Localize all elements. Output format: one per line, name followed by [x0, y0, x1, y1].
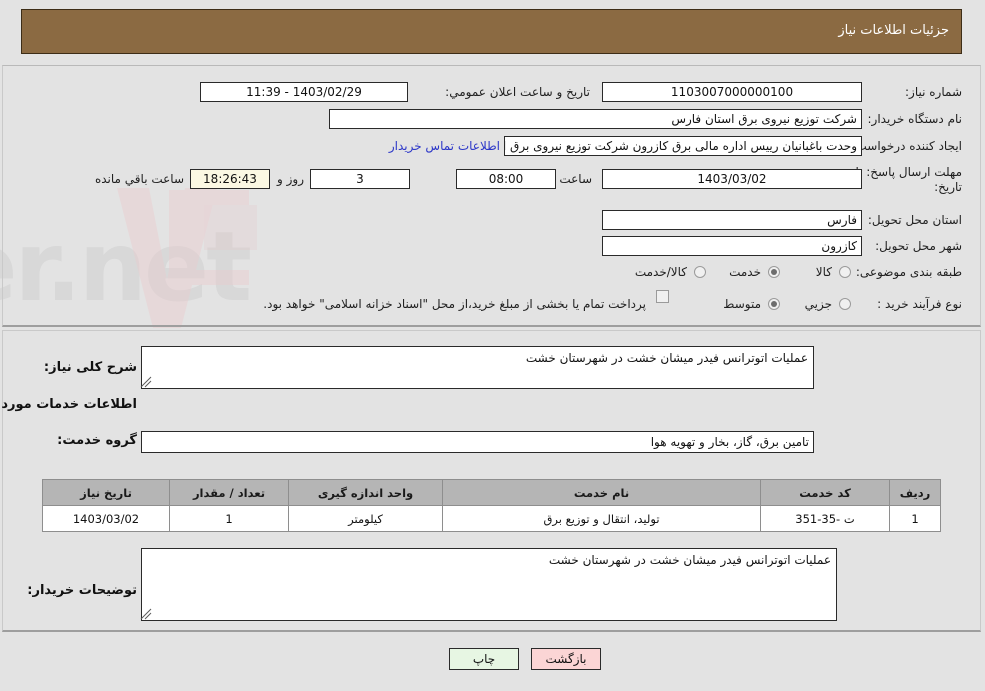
print-button[interactable]: چاپ — [450, 648, 520, 670]
col-header-unit: واحد اندازه گیری — [289, 479, 444, 506]
category-radio-kala[interactable] — [840, 266, 852, 278]
cell-code: ت -35-351 — [761, 505, 891, 532]
purchase-type-option-motavaset-label: متوسط — [724, 297, 762, 311]
deadline-time-field[interactable]: 08:00 — [457, 169, 557, 189]
deadline-date-field[interactable]: 1403/03/02 — [603, 169, 863, 189]
treasury-bond-checkbox[interactable] — [657, 290, 670, 303]
services-section-heading: اطلاعات خدمات مورد نیاز — [0, 397, 138, 412]
category-option-khedmat-label: خدمت — [730, 265, 762, 279]
buyer-org-label: نام دستگاه خریدار: — [868, 112, 964, 126]
buyer-contact-link[interactable]: اطلاعات تماس خریدار — [390, 139, 501, 153]
general-desc-textarea[interactable]: عملیات اتوترانس فیدر میشان خشت در شهرستا… — [142, 346, 815, 389]
table-header-row: ردیف کد خدمت نام خدمت واحد اندازه گیری ت… — [43, 479, 942, 506]
countdown-suffix-label: ساعت باقي مانده — [95, 172, 185, 186]
service-group-field[interactable]: تامین برق، گاز، بخار و تهویه هوا — [142, 431, 815, 453]
service-table: ردیف کد خدمت نام خدمت واحد اندازه گیری ت… — [43, 479, 942, 532]
remaining-days-label: روز و — [278, 172, 305, 186]
countdown-timer-field: 18:26:43 — [191, 169, 271, 189]
cell-index: 1 — [890, 505, 942, 532]
need-number-label: شماره نیاز: — [906, 85, 963, 99]
buyer-notes-textarea[interactable]: عملیات اتوترانس فیدر میشان خشت در شهرستا… — [142, 548, 838, 621]
page-header-bar: جزئیات اطلاعات نیاز — [22, 9, 963, 54]
cell-date: 1403/03/02 — [43, 505, 171, 532]
cell-unit: کیلومتر — [289, 505, 444, 532]
category-radio-khedmat[interactable] — [769, 266, 781, 278]
general-desc-label: شرح کلی نیاز: — [44, 360, 138, 375]
request-creator-field[interactable]: وحدت باغبانیان رییس اداره مالی برق کازرو… — [505, 136, 863, 156]
cell-quantity: 1 — [170, 505, 290, 532]
col-header-code: کد خدمت — [761, 479, 891, 506]
province-label: استان محل تحویل: — [868, 213, 963, 227]
deadline-time-label: ساعت — [560, 172, 593, 186]
cell-name: تولید، انتقال و توزیع برق — [443, 505, 762, 532]
col-header-date: تاریخ نیاز — [43, 479, 171, 506]
treasury-bond-label: پرداخت تمام یا بخشی از مبلغ خرید،از محل … — [264, 297, 647, 311]
public-announce-field[interactable]: 1403/02/29 - 11:39 — [201, 82, 409, 102]
service-group-label: گروه خدمت: — [58, 433, 138, 448]
buyer-notes-label: توضیحات خریدار: — [28, 583, 138, 598]
province-field[interactable]: فارس — [603, 210, 863, 230]
buyer-org-field[interactable]: شرکت توزیع نیروی برق استان فارس — [330, 109, 863, 129]
category-radio-kala-khedmat[interactable] — [695, 266, 707, 278]
col-header-quantity: تعداد / مقدار — [170, 479, 290, 506]
category-option-kala-label: کالا — [816, 265, 833, 279]
category-option-kala-khedmat-label: کالا/خدمت — [635, 265, 688, 279]
category-label: طبقه بندی موضوعی: — [856, 265, 963, 279]
request-creator-label: ایجاد کننده درخواست: — [852, 139, 963, 153]
back-button[interactable]: بازگشت — [532, 648, 602, 670]
col-header-name: نام خدمت — [443, 479, 762, 506]
need-info-panel — [3, 65, 982, 327]
page-title: جزئیات اطلاعات نیاز — [839, 23, 950, 38]
need-number-field[interactable]: 1103007000000100 — [603, 82, 863, 102]
col-header-index: ردیف — [890, 479, 942, 506]
city-label: شهر محل تحویل: — [876, 239, 963, 253]
table-row: 1 ت -35-351 تولید، انتقال و توزیع برق کی… — [43, 505, 942, 532]
purchase-type-label: نوع فرآیند خرید : — [878, 297, 963, 311]
purchase-type-option-jozee-label: جزیي — [805, 297, 833, 311]
city-field[interactable]: کازرون — [603, 236, 863, 256]
remaining-days-field[interactable]: 3 — [311, 169, 411, 189]
purchase-type-radio-motavaset[interactable] — [769, 298, 781, 310]
public-announce-label: تاریخ و ساعت اعلان عمومي: — [446, 85, 591, 99]
purchase-type-radio-jozee[interactable] — [840, 298, 852, 310]
